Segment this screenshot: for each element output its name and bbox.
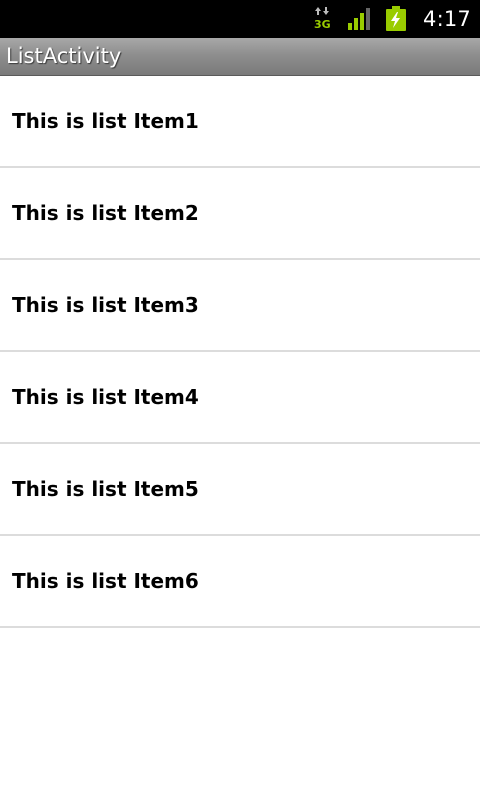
list-item-label: This is list Item1 [12, 109, 199, 133]
svg-text:3G: 3G [314, 18, 331, 31]
list-item-label: This is list Item6 [12, 569, 199, 593]
list-item-label: This is list Item3 [12, 293, 199, 317]
list-item-label: This is list Item4 [12, 385, 199, 409]
battery-charging-icon [385, 6, 407, 32]
list-item[interactable]: This is list Item6 [0, 536, 480, 628]
list-item-label: This is list Item5 [12, 477, 199, 501]
status-icons: 3G 4:17 [313, 0, 480, 38]
list-item[interactable]: This is list Item5 [0, 444, 480, 536]
list-item[interactable]: This is list Item1 [0, 76, 480, 168]
list-item[interactable]: This is list Item3 [0, 260, 480, 352]
page-title: ListActivity [6, 44, 122, 68]
list-view: This is list Item1 This is list Item2 Th… [0, 76, 480, 628]
list-item[interactable]: This is list Item4 [0, 352, 480, 444]
signal-strength-icon [347, 7, 373, 31]
status-bar: 3G 4:17 [0, 0, 480, 38]
status-clock: 4:17 [423, 7, 471, 31]
title-bar: ListActivity [0, 38, 480, 76]
list-item-label: This is list Item2 [12, 201, 199, 225]
3g-data-icon: 3G [313, 6, 333, 32]
list-item[interactable]: This is list Item2 [0, 168, 480, 260]
